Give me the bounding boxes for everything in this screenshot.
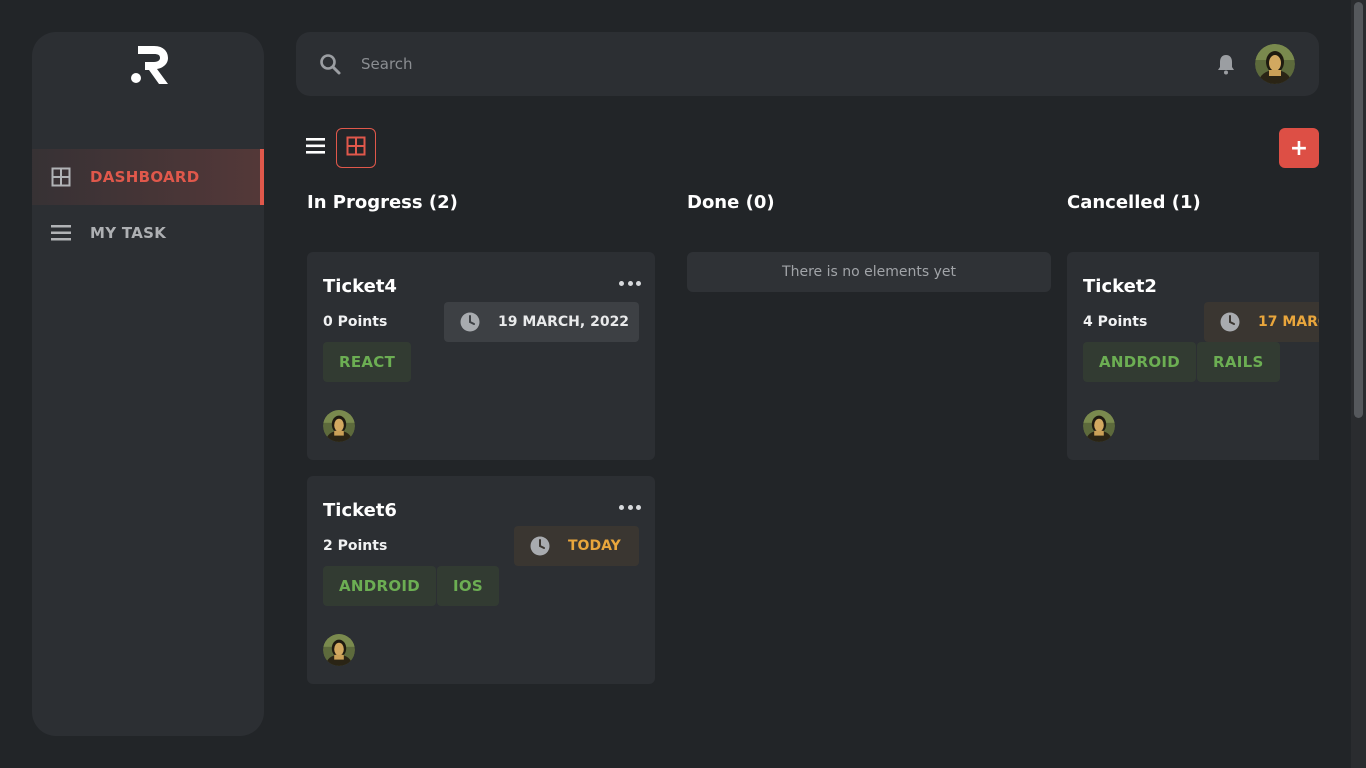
- sidebar-item-label: MY TASK: [90, 224, 167, 242]
- task-card[interactable]: Ticket2 4 Points 17 MARCH, 2022 ANDROID …: [1067, 252, 1319, 460]
- cancelled-column-viewport: Ticket2 4 Points 17 MARCH, 2022 ANDROID …: [1067, 252, 1319, 460]
- logo-icon[interactable]: [128, 44, 172, 88]
- more-options-icon[interactable]: [619, 276, 641, 290]
- assignee-avatar: [323, 410, 355, 442]
- due-date-badge: TODAY: [514, 526, 639, 566]
- sidebar-item-label: DASHBOARD: [90, 168, 200, 186]
- more-options-icon[interactable]: [619, 500, 641, 514]
- card-title: Ticket2: [1083, 276, 1157, 297]
- list-view-button[interactable]: [296, 128, 336, 168]
- top-bar: [296, 32, 1319, 96]
- add-task-button[interactable]: +: [1279, 128, 1319, 168]
- tag: RAILS: [1197, 342, 1280, 382]
- due-date-badge: 17 MARCH, 2022: [1204, 302, 1319, 342]
- menu-icon: [50, 222, 72, 244]
- due-date-text: 19 MARCH, 2022: [498, 314, 630, 330]
- scrollbar-thumb[interactable]: [1354, 2, 1363, 418]
- app-root: DASHBOARD MY TASK Search + In Progress (…: [0, 0, 1366, 768]
- sidebar-item-dashboard[interactable]: DASHBOARD: [32, 149, 264, 205]
- due-date-badge: 19 MARCH, 2022: [444, 302, 639, 342]
- card-points: 4 Points: [1083, 314, 1148, 330]
- grid-view-button[interactable]: [336, 128, 376, 168]
- tag: REACT: [323, 342, 412, 382]
- column-title-done: Done (0): [687, 192, 775, 213]
- task-card[interactable]: Ticket4 0 Points 19 MARCH, 2022 REACT: [307, 252, 655, 460]
- clock-icon: [460, 312, 480, 332]
- grid-icon: [50, 166, 72, 188]
- column-title-in-progress: In Progress (2): [307, 192, 458, 213]
- assignee-avatar: [323, 634, 355, 666]
- card-points: 2 Points: [323, 538, 388, 554]
- tag: ANDROID: [1083, 342, 1197, 382]
- column-title-cancelled: Cancelled (1): [1067, 192, 1201, 213]
- card-title: Ticket4: [323, 276, 397, 297]
- due-date-text: TODAY: [568, 538, 621, 554]
- clock-icon: [1220, 312, 1240, 332]
- sidebar-item-my-task[interactable]: MY TASK: [32, 205, 264, 261]
- empty-state: There is no elements yet: [687, 252, 1051, 292]
- due-date-text: 17 MARCH, 2022: [1258, 314, 1319, 330]
- list-icon: [306, 137, 326, 159]
- tag: ANDROID: [323, 566, 437, 606]
- search-icon: [318, 52, 342, 76]
- clock-icon: [530, 536, 550, 556]
- scrollbar[interactable]: [1351, 0, 1366, 768]
- bell-icon[interactable]: [1214, 52, 1238, 76]
- search-input[interactable]: [352, 48, 1172, 80]
- grid-icon: [346, 136, 366, 160]
- tag: IOS: [437, 566, 500, 606]
- card-points: 0 Points: [323, 314, 388, 330]
- task-card[interactable]: Ticket6 2 Points TODAY ANDROID IOS: [307, 476, 655, 684]
- assignee-avatar: [1083, 410, 1115, 442]
- card-title: Ticket6: [323, 500, 397, 521]
- sidebar: DASHBOARD MY TASK: [32, 32, 264, 736]
- user-avatar[interactable]: [1255, 44, 1295, 84]
